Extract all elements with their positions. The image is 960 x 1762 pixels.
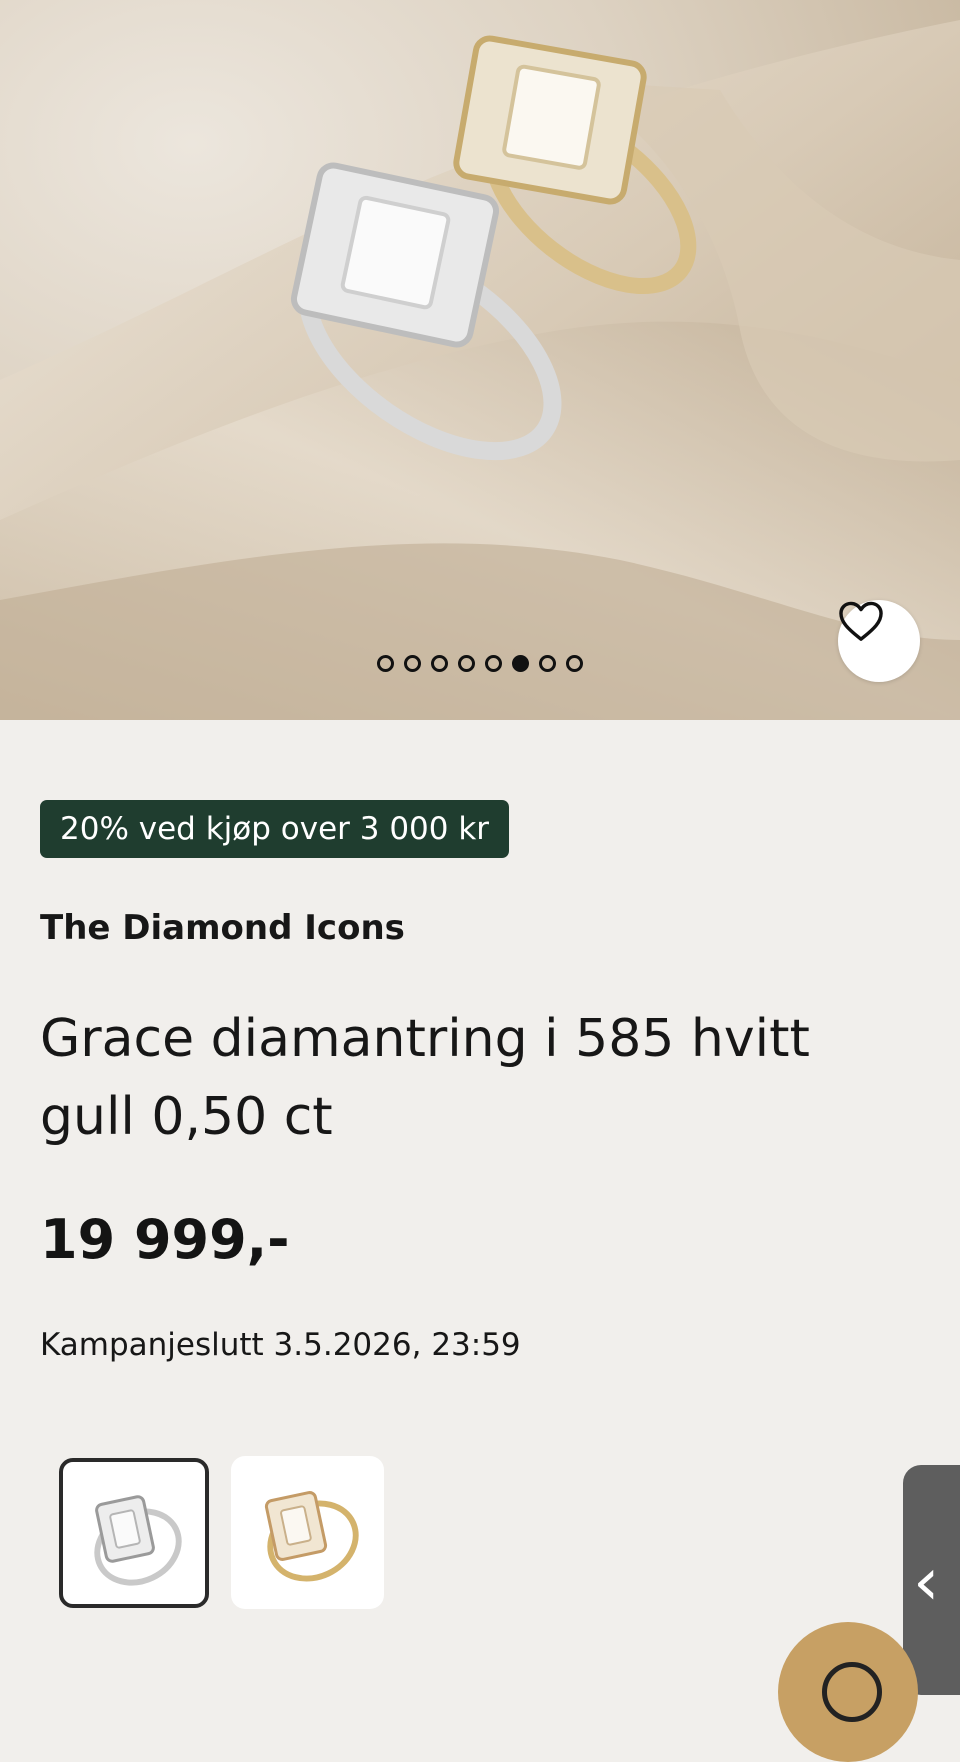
favorite-button[interactable] bbox=[838, 600, 920, 682]
product-price: 19 999,- bbox=[40, 1208, 290, 1271]
campaign-end-text: Kampanjeslutt 3.5.2026, 23:59 bbox=[40, 1327, 521, 1363]
yellow-gold-ring-image bbox=[264, 1491, 359, 1582]
product-title: Grace diamantring i 585 hvitt gull 0,50 … bbox=[40, 1009, 810, 1147]
carousel-dot[interactable] bbox=[431, 655, 448, 672]
heart-outline-icon bbox=[839, 601, 883, 641]
carousel-dot[interactable] bbox=[539, 655, 556, 672]
brand-name[interactable]: The Diamond Icons bbox=[40, 908, 405, 948]
product-photo bbox=[0, 20, 960, 720]
carousel-dot[interactable] bbox=[377, 655, 394, 672]
carousel-dot[interactable] bbox=[566, 655, 583, 672]
side-panel-toggle[interactable]: ‹ bbox=[903, 1465, 960, 1695]
carousel-indicators bbox=[0, 655, 960, 672]
product-image-carousel[interactable] bbox=[0, 0, 960, 720]
carousel-dot[interactable] bbox=[404, 655, 421, 672]
carousel-dot-active[interactable] bbox=[512, 655, 529, 672]
variant-thumbnail-white-gold[interactable] bbox=[59, 1458, 209, 1608]
chat-icon bbox=[822, 1662, 882, 1722]
chat-button[interactable] bbox=[778, 1622, 918, 1762]
carousel-dot[interactable] bbox=[485, 655, 502, 672]
chevron-left-icon: ‹ bbox=[913, 1543, 940, 1620]
carousel-dot[interactable] bbox=[458, 655, 475, 672]
variant-thumbnail-yellow-gold[interactable] bbox=[231, 1456, 384, 1609]
promo-badge: 20% ved kjøp over 3 000 kr bbox=[40, 800, 510, 858]
white-gold-ring-image bbox=[94, 1495, 182, 1586]
